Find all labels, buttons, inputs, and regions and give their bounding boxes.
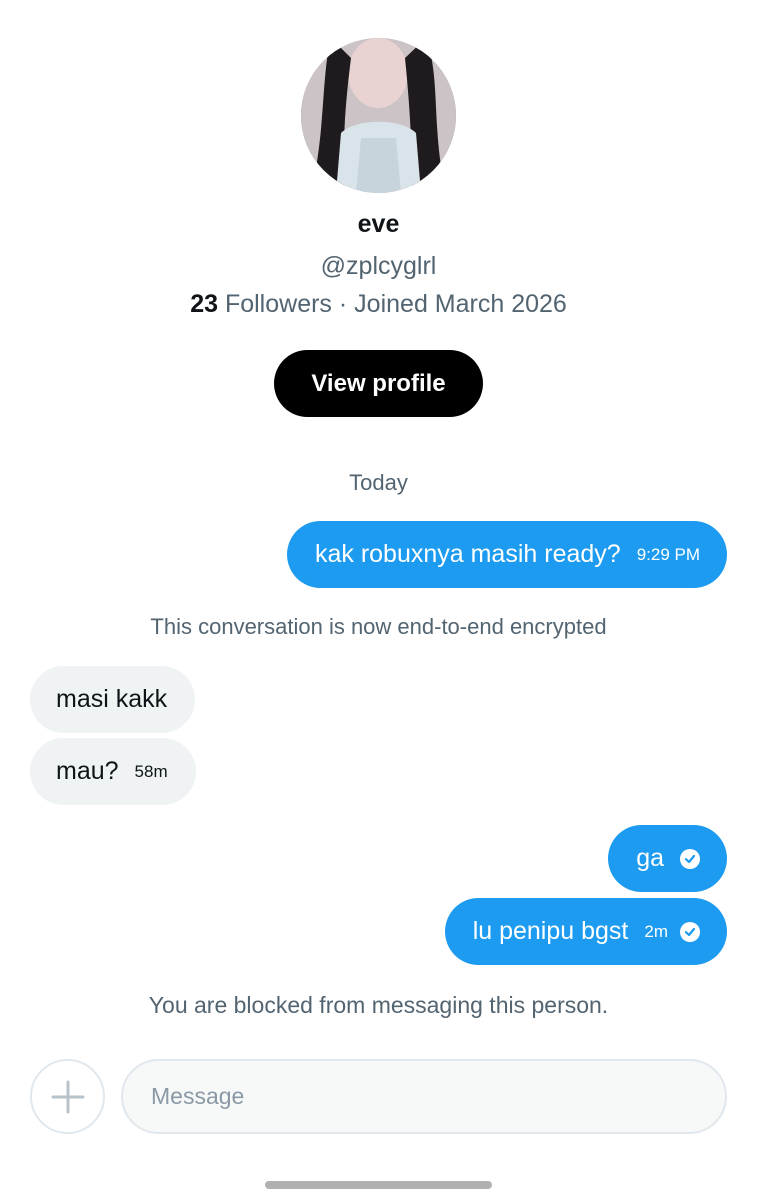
message-bubble-incoming[interactable]: masi kakk bbox=[30, 666, 196, 733]
home-indicator[interactable] bbox=[265, 1181, 492, 1189]
message-text: ga bbox=[636, 844, 664, 872]
joined-date: Joined March 2026 bbox=[354, 290, 567, 318]
message-text: kak robuxnya masih ready? bbox=[314, 540, 621, 568]
add-attachment-button[interactable] bbox=[30, 1059, 105, 1134]
message-time: 2m bbox=[644, 921, 668, 941]
message-bubble-outgoing[interactable]: ga bbox=[608, 825, 727, 892]
blocked-notice: You are blocked from messaging this pers… bbox=[148, 992, 609, 1018]
view-profile-button[interactable]: View profile bbox=[274, 350, 483, 417]
message-time: 58m bbox=[134, 761, 168, 781]
avatar[interactable] bbox=[301, 38, 456, 193]
day-separator: Today bbox=[349, 470, 408, 495]
read-check-icon bbox=[680, 848, 700, 869]
message-bubble-incoming[interactable]: mau? 58m bbox=[30, 738, 196, 805]
message-text: mau? bbox=[56, 757, 119, 785]
message-text: lu penipu bgst bbox=[472, 917, 629, 945]
meta-separator: · bbox=[338, 290, 348, 318]
message-bubble-outgoing[interactable]: lu penipu bgst 2m bbox=[444, 898, 727, 965]
encryption-notice: This conversation is now end-to-end encr… bbox=[150, 614, 607, 639]
avatar-photo bbox=[301, 38, 456, 193]
plus-icon bbox=[51, 1080, 84, 1113]
profile-handle: @zplcyglrl bbox=[320, 252, 437, 280]
message-input[interactable] bbox=[121, 1059, 727, 1134]
message-bubble-outgoing[interactable]: kak robuxnya masih ready? 9:29 PM bbox=[286, 521, 727, 588]
message-text: masi kakk bbox=[56, 685, 168, 713]
profile-meta: 23 Followers · Joined March 2026 bbox=[0, 290, 757, 319]
read-check-icon bbox=[680, 921, 700, 942]
message-time: 9:29 PM bbox=[636, 544, 700, 564]
dm-conversation-screen: eve @zplcyglrl 23 Followers · Joined Mar… bbox=[0, 0, 757, 1199]
profile-name: eve bbox=[357, 210, 400, 238]
followers-label[interactable]: Followers bbox=[225, 290, 332, 318]
followers-count[interactable]: 23 bbox=[190, 290, 218, 318]
